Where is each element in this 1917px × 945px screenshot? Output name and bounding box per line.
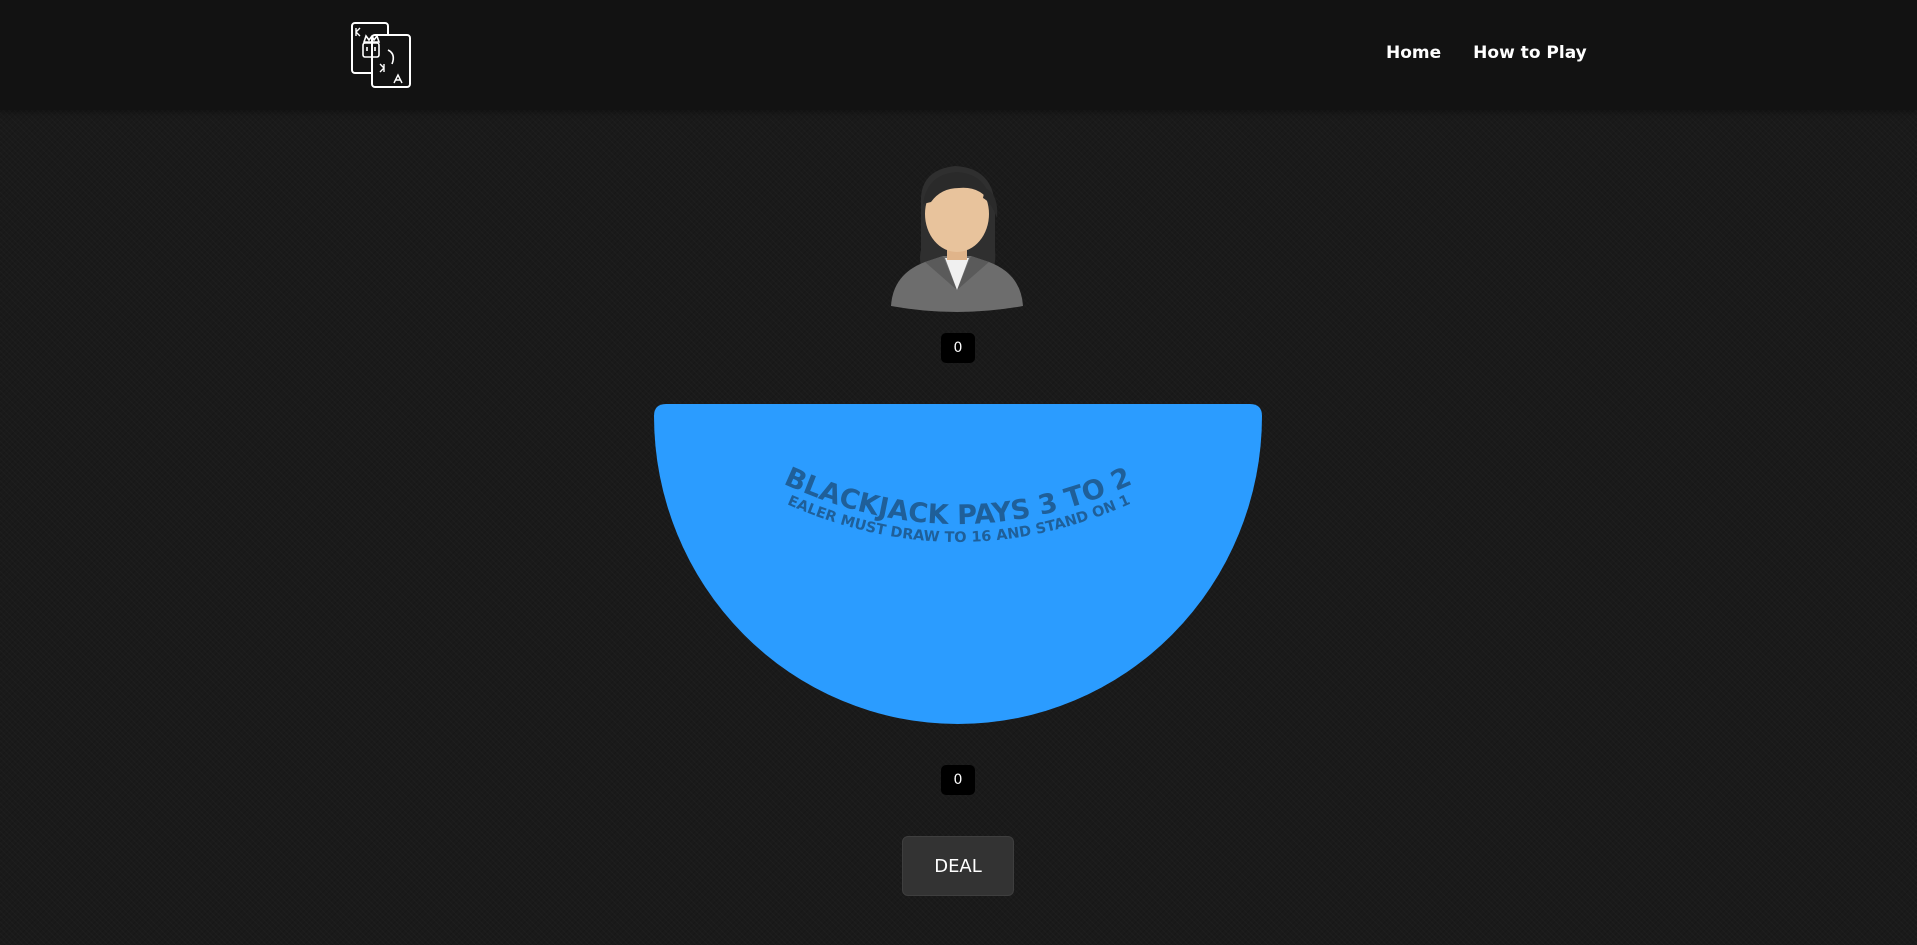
navbar: Home How to Play xyxy=(0,0,1917,110)
nav-home-link[interactable]: Home xyxy=(1386,43,1441,63)
dealer-avatar-icon xyxy=(885,158,1029,316)
dealer-score-badge: 0 xyxy=(941,333,975,363)
playing-cards-logo-icon[interactable] xyxy=(350,20,414,90)
blackjack-table: BLACKJACK PAYS 3 TO 2 DEALER MUST DRAW T… xyxy=(648,392,1262,724)
nav-how-to-play-link[interactable]: How to Play xyxy=(1473,43,1587,63)
deal-button[interactable]: DEAL xyxy=(902,836,1014,896)
nav-links: Home How to Play xyxy=(1386,43,1587,63)
player-score-badge: 0 xyxy=(941,765,975,795)
